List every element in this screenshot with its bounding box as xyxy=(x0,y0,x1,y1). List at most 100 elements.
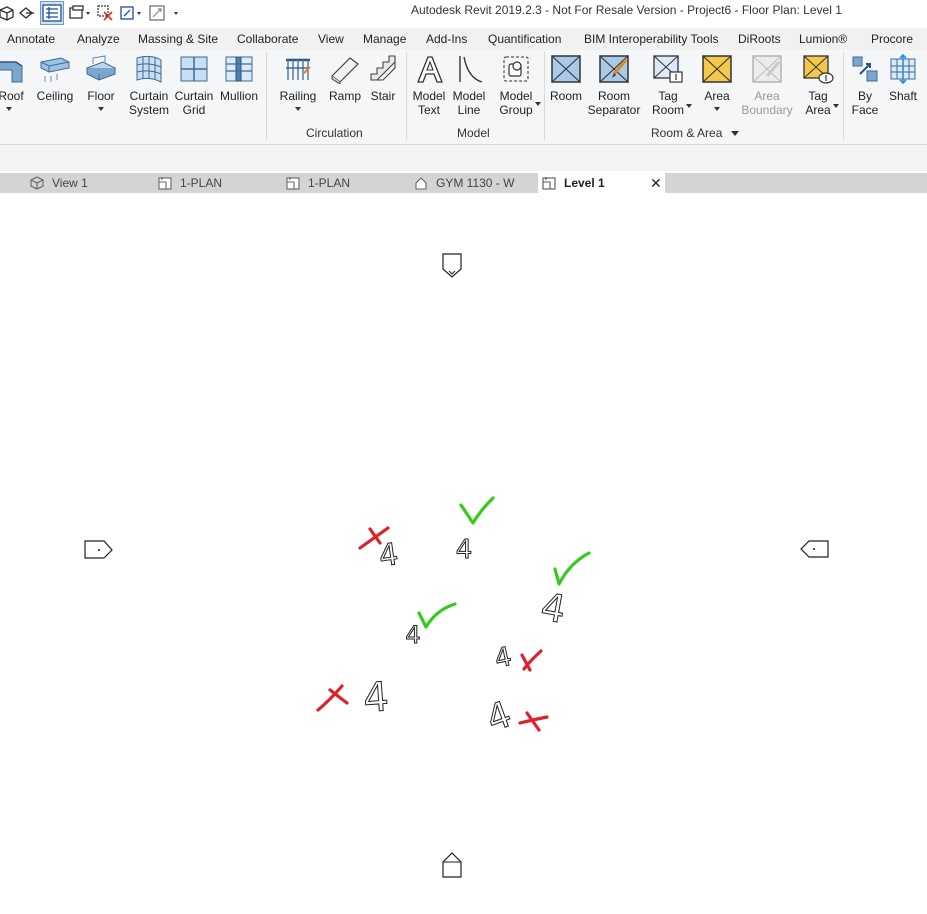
area-button[interactable]: Area xyxy=(700,54,734,103)
mullion-button[interactable]: Mullion xyxy=(216,54,262,103)
default-3d-view-icon[interactable] xyxy=(148,2,182,24)
roof-label: Roof xyxy=(0,89,24,103)
model-line-label-1: Model xyxy=(452,89,486,103)
close-hidden-windows-icon[interactable] xyxy=(96,2,114,24)
model-line-label-2: Line xyxy=(457,103,481,117)
view-tab-level-1[interactable]: Level 1 xyxy=(538,173,665,193)
view-tab-label: View 1 xyxy=(52,176,88,190)
tag-room-label-1: Tag xyxy=(658,89,678,103)
area-label: Area xyxy=(704,89,730,103)
tab-collaborate[interactable]: Collaborate xyxy=(237,32,298,46)
model-line-button[interactable]: Model Line xyxy=(450,54,488,117)
tab-lumion[interactable]: Lumion® xyxy=(799,32,847,46)
panel-separator xyxy=(544,52,545,140)
area-boundary-button[interactable]: Area Boundary xyxy=(738,54,796,117)
stair-label: Stair xyxy=(370,89,396,103)
model-text-button[interactable]: Model Text xyxy=(410,54,448,117)
area-boundary-label-1: Area xyxy=(754,89,780,103)
tag-icon[interactable] xyxy=(118,2,144,24)
model-text-4[interactable]: 4 xyxy=(492,641,515,675)
3d-view-icon xyxy=(30,176,44,190)
elevation-marker-north[interactable] xyxy=(442,253,462,278)
tag-area-button[interactable]: Tag Area xyxy=(800,54,836,117)
by-face-icon xyxy=(852,56,878,82)
floor-dropdown-icon[interactable] xyxy=(98,107,104,111)
curtain-system-label-2: System xyxy=(128,103,169,117)
ramp-label: Ramp xyxy=(328,89,361,103)
view-tab-1-plan-a[interactable]: 1-PLAN xyxy=(158,173,222,193)
quick-access-toolbar xyxy=(0,1,186,25)
room-button[interactable]: Room xyxy=(548,54,584,103)
by-face-button[interactable]: By Face xyxy=(848,54,882,117)
tab-massing-site[interactable]: Massing & Site xyxy=(138,32,218,46)
model-text-4[interactable]: 4 xyxy=(405,621,421,650)
area-boundary-icon xyxy=(752,55,782,83)
ramp-button[interactable]: Ramp xyxy=(328,54,362,103)
tag-room-dropdown-icon[interactable] xyxy=(686,104,692,108)
tag-room-icon xyxy=(653,55,683,83)
view-tab-1-plan-b[interactable]: 1-PLAN xyxy=(286,173,350,193)
floor-icon xyxy=(85,55,117,81)
tab-manage[interactable]: Manage xyxy=(363,32,406,46)
plan-view-icon xyxy=(158,177,172,190)
model-text-label-2: Text xyxy=(417,103,440,117)
elevation-marker-south[interactable] xyxy=(442,852,462,878)
panel-room-area-label[interactable]: Room & Area xyxy=(651,126,739,140)
model-text-4[interactable]: 4 xyxy=(361,674,391,723)
tab-analyze[interactable]: Analyze xyxy=(77,32,120,46)
railing-button[interactable]: Railing xyxy=(278,54,318,103)
area-boundary-label-2: Boundary xyxy=(741,103,793,117)
chevron-down-icon xyxy=(730,131,739,137)
curtain-grid-label-2: Grid xyxy=(182,103,206,117)
by-face-label-2: Face xyxy=(851,103,879,117)
shaft-button[interactable]: Shaft xyxy=(886,54,920,103)
tag-area-dropdown-icon[interactable] xyxy=(833,104,839,108)
panel-separator xyxy=(843,52,844,140)
mullion-icon xyxy=(225,56,253,82)
floor-label: Floor xyxy=(87,89,115,103)
drawing-canvas[interactable]: 4 4 4 4 4 4 4 xyxy=(0,193,927,914)
room-icon xyxy=(551,55,581,83)
switch-windows-icon[interactable] xyxy=(68,2,92,24)
panel-room-area-text: Room & Area xyxy=(651,126,723,140)
view-tab-view-1[interactable]: View 1 xyxy=(30,173,88,193)
model-text-4[interactable]: 4 xyxy=(455,535,473,566)
tag-area-icon xyxy=(803,55,834,84)
tab-annotate[interactable]: Annotate xyxy=(7,32,55,46)
curtain-grid-label-1: Curtain xyxy=(174,89,214,103)
model-text-4[interactable]: 4 xyxy=(537,584,569,633)
tag-room-button[interactable]: Tag Room xyxy=(650,54,686,117)
curtain-system-button[interactable]: Curtain System xyxy=(126,54,172,117)
measure-icon[interactable] xyxy=(18,2,36,24)
ceiling-button[interactable]: Ceiling xyxy=(34,54,76,103)
tab-view[interactable]: View xyxy=(318,32,344,46)
check-mark-icon xyxy=(417,602,457,629)
home-3d-icon[interactable] xyxy=(0,2,14,24)
thin-lines-icon[interactable] xyxy=(40,1,64,25)
tab-quantification[interactable]: Quantification xyxy=(488,32,561,46)
room-separator-button[interactable]: Room Separator xyxy=(586,54,642,117)
elevation-marker-east[interactable] xyxy=(800,540,829,558)
tab-procore[interactable]: Procore xyxy=(871,32,913,46)
stair-button[interactable]: Stair xyxy=(366,54,400,103)
view-tab-gym-1130[interactable]: GYM 1130 - W xyxy=(414,173,514,193)
model-line-icon xyxy=(459,56,483,83)
roof-button[interactable]: Roof xyxy=(0,54,24,103)
model-group-dropdown-icon[interactable] xyxy=(535,102,541,106)
model-text-icon xyxy=(417,56,443,83)
roof-dropdown-icon[interactable] xyxy=(6,107,12,111)
floor-button[interactable]: Floor xyxy=(84,54,118,103)
model-group-button[interactable]: Model Group xyxy=(494,54,538,117)
tab-bim-interoperability[interactable]: BIM Interoperability Tools xyxy=(584,32,719,46)
view-tab-label: Level 1 xyxy=(564,176,605,190)
railing-dropdown-icon[interactable] xyxy=(295,107,301,111)
view-tab-bar: View 1 1-PLAN 1-PLAN GYM 1130 - W Level … xyxy=(0,173,927,193)
model-text-4[interactable]: 4 xyxy=(481,694,518,741)
area-dropdown-icon[interactable] xyxy=(714,107,720,111)
elevation-marker-west[interactable] xyxy=(84,540,113,559)
tab-diroots[interactable]: DiRoots xyxy=(738,32,781,46)
close-icon[interactable]: ✕ xyxy=(650,176,662,190)
tab-add-ins[interactable]: Add-Ins xyxy=(426,32,467,46)
curtain-grid-button[interactable]: Curtain Grid xyxy=(172,54,216,117)
by-face-label-1: By xyxy=(857,89,872,103)
